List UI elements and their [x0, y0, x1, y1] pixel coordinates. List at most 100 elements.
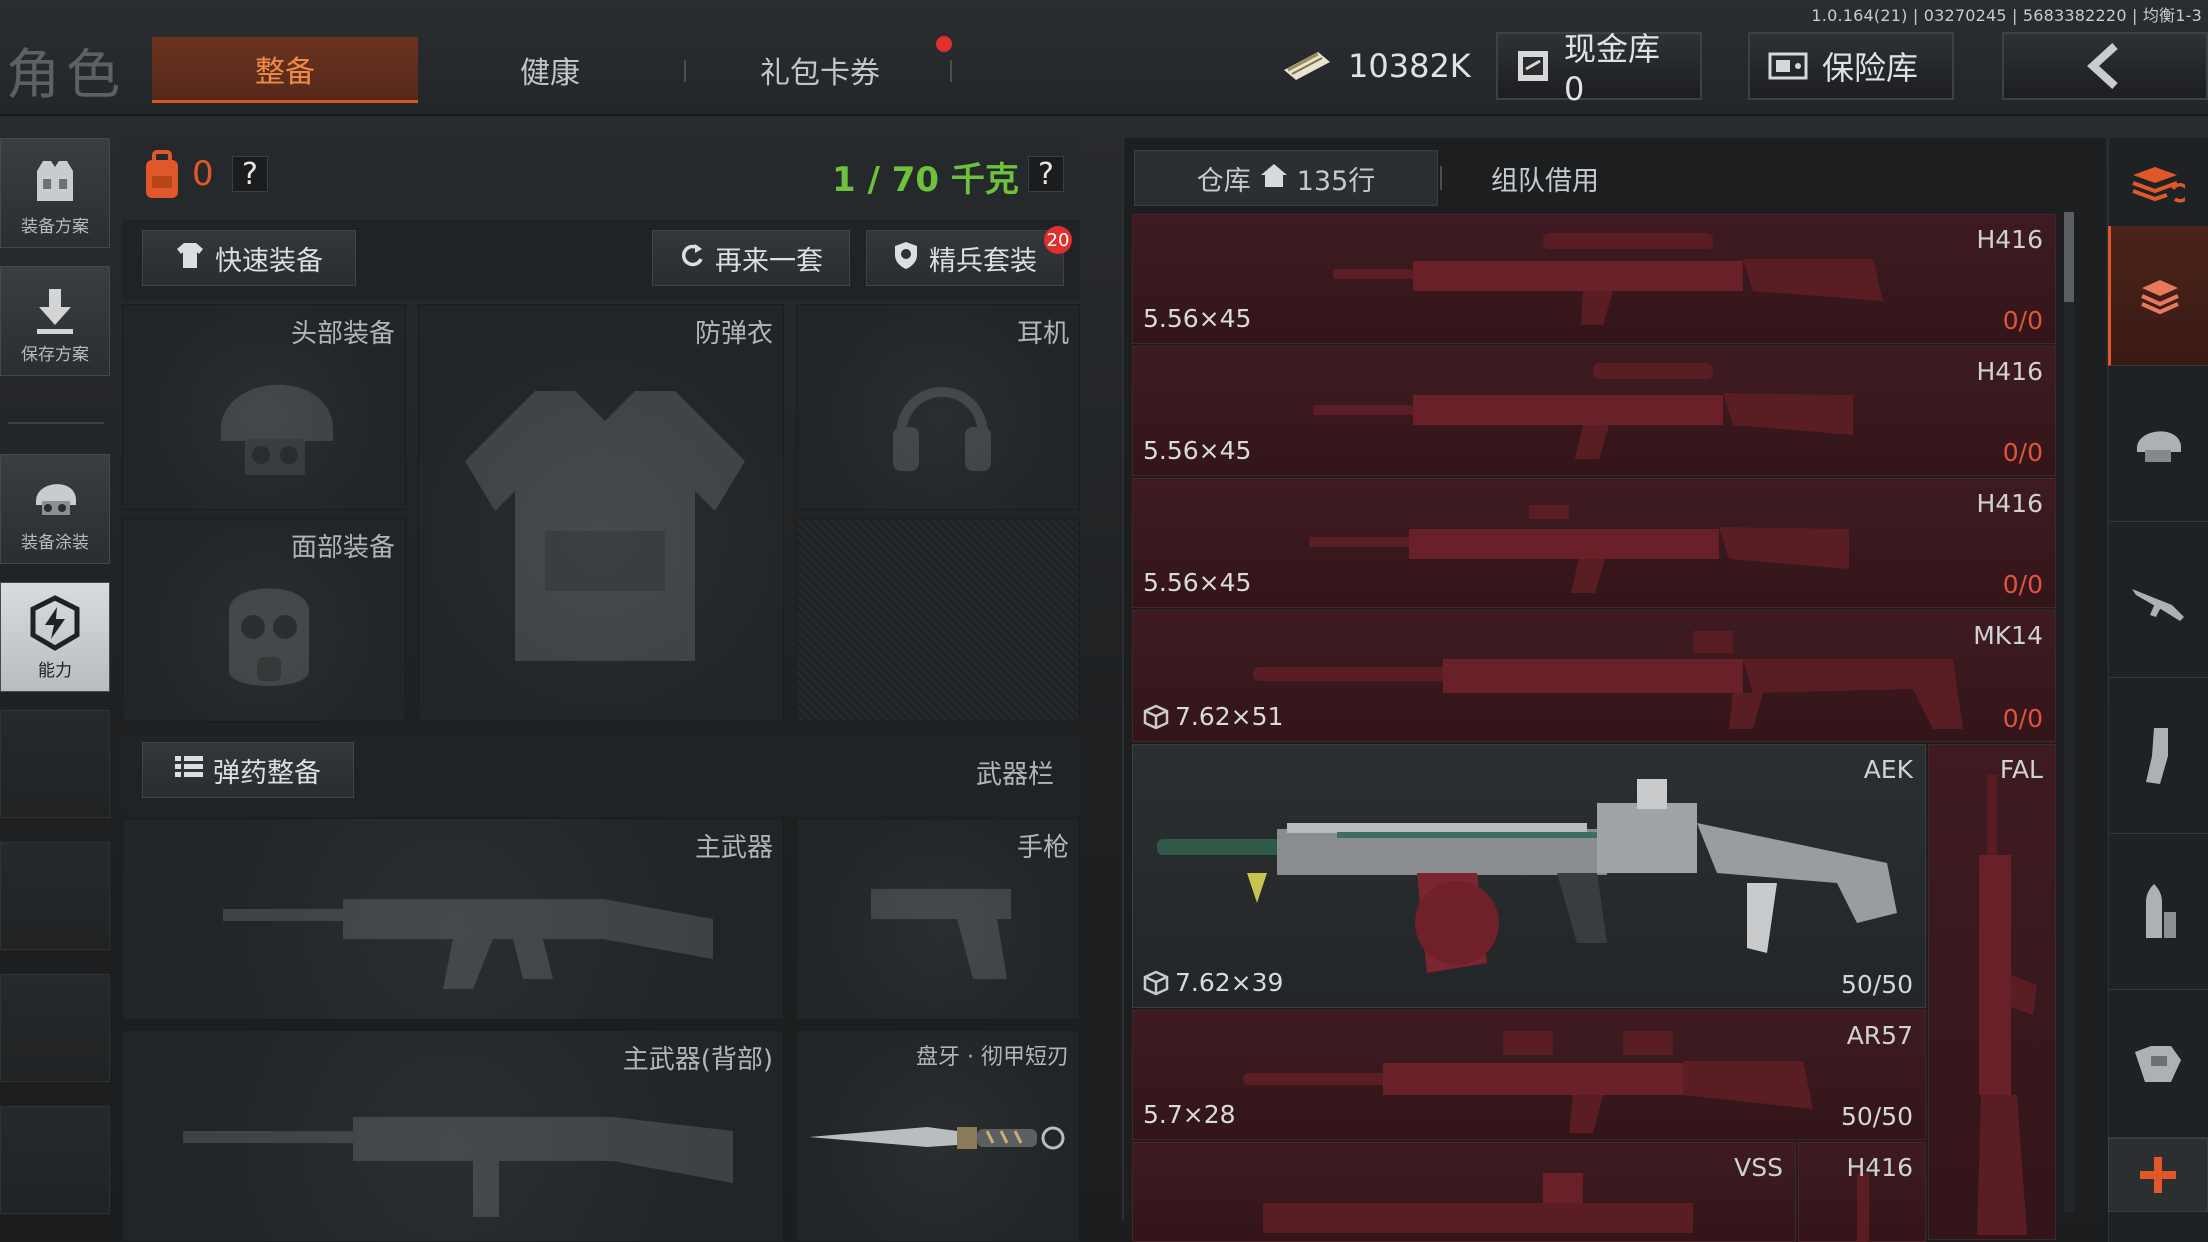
caliber-text: 7.62×39	[1175, 968, 1284, 997]
warehouse-item-vertical[interactable]: FAL	[1928, 744, 2056, 1240]
slot-label: 防弹衣	[694, 319, 773, 349]
storage-tab-label: 仓库	[1196, 165, 1251, 197]
tab-health[interactable]: 健康	[440, 37, 660, 103]
primary-weapon-back-slot[interactable]: 主武器(背部)	[122, 1030, 784, 1242]
category-ammo[interactable]	[2108, 834, 2208, 990]
earphone-slot[interactable]: 耳机	[796, 304, 1080, 510]
slot-label: 面部装备	[290, 533, 395, 563]
pistol-slot[interactable]: 手枪	[796, 818, 1080, 1020]
rail-divider	[8, 422, 104, 424]
list-icon	[175, 754, 203, 787]
primary-weapon-slot[interactable]: 主武器	[122, 818, 784, 1020]
elite-kit-button[interactable]: 精兵套装	[866, 230, 1064, 286]
item-name: H416	[1976, 489, 2043, 518]
warehouse-item[interactable]: VSS	[1132, 1142, 1796, 1242]
box-icon	[1143, 704, 1169, 729]
item-name: FAL	[1999, 755, 2043, 784]
cash-vault-label: 现金库 0	[1564, 30, 1661, 108]
rail-label: 能力	[38, 661, 72, 681]
item-caliber: 7.62×51	[1143, 702, 1283, 731]
rail-empty-slot	[0, 974, 110, 1082]
item-name: VSS	[1734, 1153, 1783, 1182]
warehouse-item[interactable]: MK14 7.62×51 0/0	[1132, 610, 2056, 742]
vest-icon	[465, 391, 745, 661]
warehouse-item[interactable]: H416 5.56×45 0/0	[1132, 214, 2056, 344]
helmet-icon	[2136, 430, 2181, 462]
headphone-icon	[893, 387, 991, 471]
category-armor[interactable]	[2108, 990, 2208, 1138]
weight-display: 1 / 70 千克	[832, 160, 1019, 200]
tab-divider	[950, 60, 952, 82]
box-icon	[1143, 970, 1169, 995]
face-gear-slot[interactable]: 面部装备	[122, 518, 406, 722]
lightning-shield-icon	[27, 595, 83, 656]
caliber-text: 7.62×51	[1175, 702, 1284, 731]
rifle-icon	[1157, 779, 1897, 973]
tab-gift-coupons[interactable]: 礼包卡券	[700, 37, 940, 103]
weight-help-button[interactable]: ?	[1028, 156, 1064, 192]
slot-label: 耳机	[1016, 319, 1069, 349]
vault-icon	[1516, 49, 1550, 83]
warehouse-item[interactable]: H416	[1798, 1142, 1926, 1242]
category-weapons[interactable]	[2108, 522, 2208, 678]
quick-equip-label: 快速装备	[215, 245, 323, 277]
rifle-icon	[183, 1117, 733, 1217]
armor-value: 0	[192, 154, 214, 194]
version-info: 1.0.164(21) | 03270245 | 5683382220 | 均衡…	[1811, 6, 2202, 25]
tab-team-borrow[interactable]: 组队借用	[1442, 150, 1648, 206]
melee-slot[interactable]: 盘牙 · 彻甲短刃	[796, 1030, 1080, 1242]
scrollbar-thumb[interactable]	[2064, 212, 2074, 302]
weapon-bar-label: 武器栏	[976, 760, 1055, 790]
page-title: 角色	[6, 43, 126, 106]
another-set-button[interactable]: 再来一套	[652, 230, 850, 286]
scrollbar-track[interactable]	[2064, 212, 2074, 1212]
rifle-icon	[1313, 363, 1853, 459]
armor-help-button[interactable]: ?	[232, 156, 268, 192]
magazine-icon	[2146, 727, 2168, 784]
stack-sort-button[interactable]	[2108, 138, 2208, 228]
slot-label: 手枪	[1016, 833, 1069, 863]
ability-button[interactable]: 能力	[0, 582, 110, 692]
shield-icon	[893, 240, 919, 277]
tab-storage[interactable]: 仓库 135行	[1134, 150, 1438, 206]
save-plan-button[interactable]: 保存方案	[0, 266, 110, 376]
ammo-icon	[2146, 883, 2176, 938]
chevron-left-icon	[2085, 42, 2125, 90]
body-armor-slot[interactable]: 防弹衣	[418, 304, 784, 722]
item-name: AR57	[1846, 1021, 1913, 1050]
equipment-skin-button[interactable]: 装备涂装	[0, 454, 110, 564]
warehouse-item-featured[interactable]: AEK 7.62×39 50/50	[1132, 744, 1926, 1008]
home-icon	[1259, 162, 1289, 195]
helmet-icon	[28, 471, 82, 528]
category-magazine[interactable]	[2108, 678, 2208, 834]
warehouse-item[interactable]: H416 5.56×45 0/0	[1132, 346, 2056, 476]
item-caliber: 5.56×45	[1143, 436, 1251, 465]
left-rail: 装备方案 保存方案 装备涂装 能力	[0, 138, 112, 1214]
warehouse-item[interactable]: H416 5.56×45 0/0	[1132, 478, 2056, 608]
item-durability: 0/0	[2002, 306, 2043, 335]
tab-divider	[684, 60, 686, 82]
loadout-plan-button[interactable]: 装备方案	[0, 138, 110, 248]
rail-empty-slot	[0, 1106, 110, 1214]
caliber-text: 5.56×45	[1143, 568, 1252, 597]
item-durability: 0/0	[2002, 438, 2043, 467]
item-name: H416	[1976, 357, 2043, 386]
backpack-icon	[140, 148, 184, 204]
safe-box-button[interactable]: 保险库	[1748, 32, 1954, 100]
knife-icon	[809, 1126, 1065, 1150]
tab-equip[interactable]: 整备	[152, 37, 418, 103]
cash-vault-button[interactable]: 现金库 0	[1496, 30, 1702, 108]
rifle-icon	[1977, 775, 2037, 1235]
category-helmet[interactable]	[2108, 366, 2208, 522]
quick-equip-button[interactable]: 快速装备	[142, 230, 356, 286]
ammo-prep-button[interactable]: 弹药整备	[142, 742, 354, 798]
category-all[interactable]	[2108, 226, 2208, 366]
back-button[interactable]	[2002, 32, 2208, 100]
item-durability: 0/0	[2002, 570, 2043, 599]
item-name: MK14	[1973, 621, 2043, 650]
add-button[interactable]	[2108, 1138, 2208, 1212]
warehouse-item[interactable]: AR57 5.7×28 50/50	[1132, 1010, 1926, 1140]
rifle-icon	[223, 899, 713, 989]
elite-kit-badge: 20	[1044, 226, 1072, 254]
head-gear-slot[interactable]: 头部装备	[122, 304, 406, 510]
